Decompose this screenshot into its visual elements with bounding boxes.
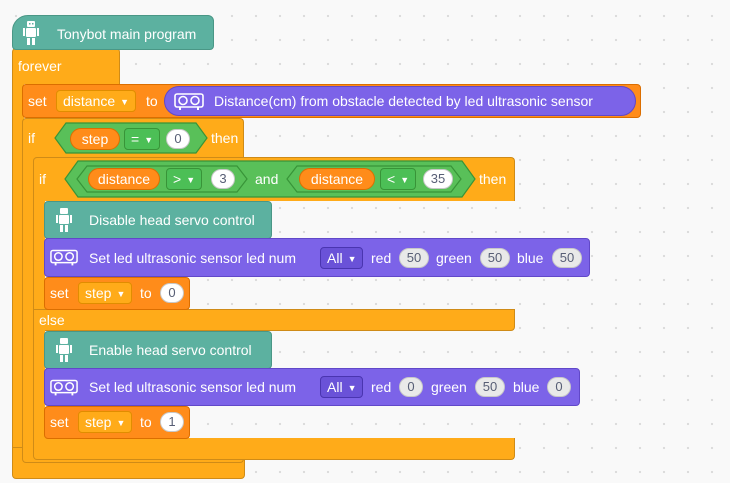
step-variable-reporter[interactable]: step [70,128,120,150]
dropdown-value: = [131,131,140,147]
to-label: to [146,93,158,109]
led-num-dropdown[interactable]: All ▼ [320,247,364,269]
led-num-dropdown[interactable]: All ▼ [320,376,364,398]
to-label: to [140,285,152,301]
chevron-down-icon: ▼ [120,97,130,107]
chevron-down-icon: ▼ [400,175,410,185]
input-value: 0 [168,285,176,300]
set-label: set [28,93,47,109]
else-label: else [39,312,65,328]
then-label-inner: then [479,171,507,187]
chevron-down-icon: ▼ [116,289,126,299]
to-label: to [140,414,152,430]
input-value: 35 [430,171,446,186]
input-value: 0 [555,379,563,394]
input-value: 0 [174,131,182,146]
ultrasonic-sensor-icon [50,378,78,401]
ultrasonic-sensor-icon [50,248,78,271]
green-value-input[interactable]: 50 [475,377,505,397]
input-value: 3 [219,171,227,186]
dropdown-value: > [173,171,182,187]
chevron-down-icon: ▼ [186,175,196,185]
input-value: 50 [482,379,498,394]
green-value-input[interactable]: 50 [480,248,510,268]
blue-label: blue [513,379,540,395]
input-value: 1 [168,414,176,429]
lower-bound-input[interactable]: 3 [211,169,235,189]
sensor-reporter-label: Distance(cm) from obstacle detected by l… [214,93,593,109]
less-than-operator-dropdown[interactable]: < ▼ [380,168,417,190]
dropdown-value: step [85,414,112,430]
chevron-down-icon: ▼ [116,418,126,428]
led-block-label: Set led ultrasonic sensor led num [89,379,296,395]
ultrasonic-sensor-icon [174,92,204,115]
distance-variable-reporter-right[interactable]: distance [299,168,375,190]
set-label: set [50,414,69,430]
input-value: 50 [559,250,575,265]
red-label: red [371,379,392,395]
set-label: set [50,285,69,301]
then-label: then [211,130,239,146]
input-value: 50 [487,250,503,265]
step-value-input[interactable]: 1 [160,412,184,432]
if-label-inner: if [39,171,46,187]
hat-label: Tonybot main program [57,26,197,42]
red-value-input[interactable]: 50 [399,248,429,268]
robot-icon [55,207,73,238]
and-label: and [255,171,279,187]
dropdown-value: < [387,171,396,187]
else-divider [33,309,515,331]
dropdown-value: All [327,379,343,395]
blue-label: blue [517,250,544,266]
robot-icon [55,337,73,368]
dropdown-value: distance [63,93,116,109]
forever-label: forever [18,58,62,74]
green-label: green [431,379,467,395]
servo-block-label: Disable head servo control [89,212,255,228]
dropdown-value: step [85,285,112,301]
chevron-down-icon: ▼ [347,254,357,264]
step-variable-dropdown[interactable]: step ▼ [78,411,133,433]
greater-than-operator-dropdown[interactable]: > ▼ [166,168,203,190]
step-value-input[interactable]: 0 [160,283,184,303]
step-variable-dropdown[interactable]: step ▼ [78,282,133,304]
variable-name: distance [97,171,151,187]
if-label: if [28,130,35,146]
led-block-label: Set led ultrasonic sensor led num [89,250,296,266]
dropdown-value: All [327,250,343,266]
variable-name: step [81,131,109,147]
if-else-block-foot [33,438,515,460]
robot-icon [22,20,40,51]
chevron-down-icon: ▼ [144,135,154,145]
servo-block-label: Enable head servo control [89,342,252,358]
upper-bound-input[interactable]: 35 [423,169,453,189]
distance-variable-reporter-left[interactable]: distance [88,168,160,190]
chevron-down-icon: ▼ [347,383,357,393]
distance-variable-dropdown[interactable]: distance ▼ [56,90,137,112]
input-value: 0 [407,379,415,394]
value-input[interactable]: 0 [166,129,190,149]
variable-name: distance [310,171,364,187]
blue-value-input[interactable]: 50 [552,248,582,268]
green-label: green [436,250,472,266]
input-value: 50 [406,250,422,265]
blue-value-input[interactable]: 0 [547,377,571,397]
red-value-input[interactable]: 0 [399,377,423,397]
operator-dropdown[interactable]: = ▼ [124,128,161,150]
red-label: red [371,250,392,266]
